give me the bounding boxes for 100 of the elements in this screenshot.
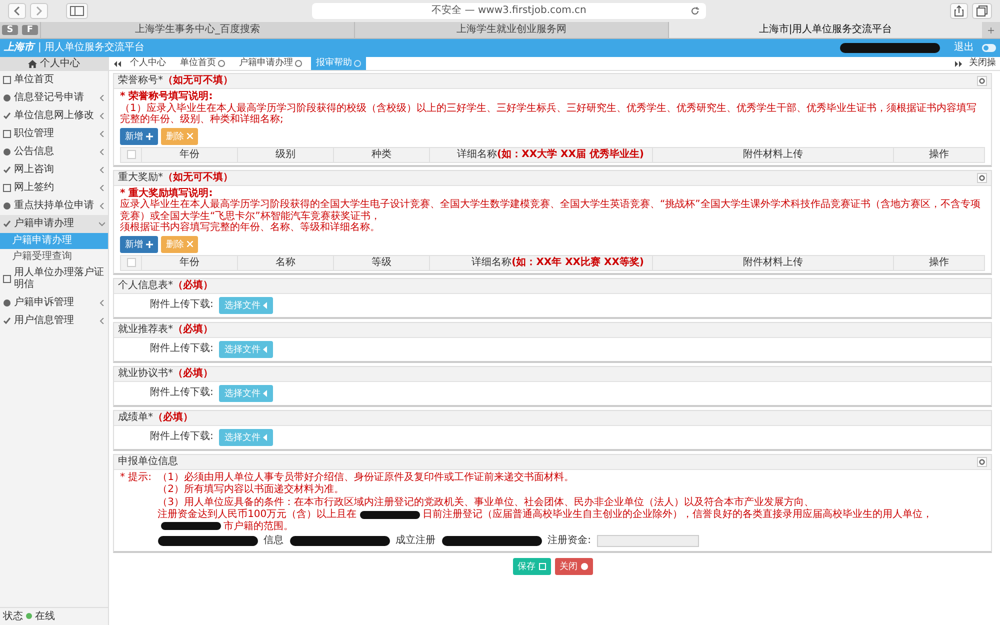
check-icon <box>3 220 11 228</box>
panel-title: 就业协议书*（必填） <box>118 368 213 380</box>
scroll-right-icon[interactable] <box>955 60 963 66</box>
sidebar-item[interactable]: 网上咨询 <box>0 161 108 179</box>
circle-icon <box>3 202 11 210</box>
chevron-right-icon <box>35 6 43 16</box>
column-header: 操作 <box>928 256 950 270</box>
column-header: 名称 <box>238 256 334 270</box>
sidebar-item[interactable]: 户籍申诉管理 <box>0 294 108 312</box>
panel-title: 荣誉称号*（如无可不填） <box>118 75 233 87</box>
instructions-text: 应录入毕业生在本人最高学历学习阶段获得的全国大学生电子设计竞赛、全国大学生数学建模竞赛、全国大学生英语竞赛、“挑战杯”全国大学生课外学术科技作品竞赛证书（含地方赛区，不含专项竞赛）或全国大学生“飞思卡尔”杯智能汽车竞赛获奖证书， <box>120 199 982 222</box>
tabs-overview-button[interactable] <box>972 3 992 19</box>
app-title: | 用人单位服务交流平台 <box>38 42 145 54</box>
page-tab[interactable]: 单位首页 <box>175 57 230 70</box>
field-label: 成立注册 <box>396 535 436 547</box>
field-label: 附件上传下载: <box>150 299 214 311</box>
column-header: 等级 <box>334 256 430 270</box>
sidebar-item[interactable]: 职位管理 <box>0 125 108 143</box>
caret-icon <box>263 390 268 396</box>
sidebar-item[interactable]: 用户信息管理 <box>0 312 108 330</box>
add-button[interactable]: 新增 <box>120 236 158 252</box>
select-all-checkbox[interactable] <box>126 150 136 159</box>
column-header: 操作 <box>928 148 950 162</box>
close-button[interactable]: 关闭 <box>554 558 592 575</box>
sidebar-title: 个人中心 <box>40 58 80 70</box>
square-icon <box>3 76 11 84</box>
site-logo: 上海市 <box>4 42 34 54</box>
tip-text: （2）所有填写内容以书面递交材料为准。 <box>158 484 344 496</box>
tip-text: 日前注册登记（应届普通高校毕业生自主创业的企业除外），信誉良好的各类直接录用应届高校毕业生的用人单位， <box>422 509 933 520</box>
settings-icon[interactable] <box>977 76 987 86</box>
forward-button[interactable] <box>30 3 48 19</box>
plus-icon <box>146 132 153 140</box>
add-button[interactable]: 新增 <box>120 128 158 144</box>
tip-text: 注册资金达到人民币100万元（含）以上且在 <box>158 509 357 520</box>
sidebar-item[interactable]: 公告信息 <box>0 143 108 161</box>
sidebar-icon <box>70 6 84 16</box>
sidebar-subitem[interactable]: 户籍受理查询 <box>0 248 108 264</box>
sidebar-item[interactable]: 单位首页 <box>0 71 108 89</box>
tabs-icon <box>976 5 988 17</box>
instructions-text: （1）应录入毕业生在本人最高学历学习阶段获得的校级（含校级）以上的三好学生、三好学生标兵、三好研究生、优秀学生、优秀研究生、优秀学生干部、优秀毕业生证书，须根据证书内容填写完整的年份、级别、种类和详细名称; <box>120 102 978 126</box>
online-dot-icon <box>26 613 32 620</box>
settings-icon[interactable] <box>977 456 987 466</box>
sidebar-item[interactable]: 重点扶持单位申请 <box>0 197 108 215</box>
panel-title: 成绩单*（必填） <box>118 412 193 424</box>
chevron-left-icon <box>13 6 21 16</box>
check-icon <box>3 166 11 174</box>
input-field[interactable] <box>596 535 699 547</box>
home-icon <box>28 60 37 68</box>
page-tab[interactable]: 个人中心 <box>125 57 171 70</box>
tip-text: 市户籍的范围。 <box>224 520 294 532</box>
field-label: 附件上传下载: <box>150 431 214 443</box>
plus-icon <box>146 240 153 248</box>
column-header: 详细名称(如：XX年 XX比赛 XX等奖) <box>430 256 653 270</box>
field-label: 注册资金: <box>548 535 591 547</box>
select-all-checkbox[interactable] <box>126 258 136 267</box>
column-header: 种类 <box>334 148 430 162</box>
circle-icon <box>3 299 11 307</box>
share-button[interactable] <box>950 3 968 19</box>
status-text: 在线 <box>35 610 55 622</box>
sidebar-item[interactable]: 网上签约 <box>0 179 108 197</box>
sidebar-item[interactable]: 单位信息网上修改 <box>0 107 108 125</box>
scroll-left-icon[interactable] <box>113 60 121 66</box>
back-button[interactable] <box>8 3 26 19</box>
instructions-title: * 重大奖励填写说明: <box>120 188 214 198</box>
square-icon <box>3 130 11 138</box>
caret-icon <box>263 434 268 440</box>
column-header: 年份 <box>142 148 238 162</box>
toggle-icon[interactable] <box>982 44 996 52</box>
check-icon <box>3 112 11 120</box>
pinned-tab[interactable]: F <box>22 25 38 35</box>
check-icon <box>3 317 11 325</box>
column-header: 附件材料上传 <box>653 148 894 162</box>
browser-tab[interactable]: 上海市|用人单位服务交流平台 <box>668 22 982 38</box>
settings-icon[interactable] <box>977 172 987 182</box>
browser-tab[interactable]: 上海学生事务中心_百度搜索 <box>40 22 354 38</box>
caret-icon <box>263 302 268 308</box>
pinned-tab[interactable]: S <box>2 25 18 35</box>
field-label: 附件上传下载: <box>150 343 214 355</box>
close-tabs-menu[interactable]: 关闭操 <box>969 58 996 69</box>
panel-title: 重大奖励*（如无可不填） <box>118 172 233 184</box>
field-label: 信息 <box>264 535 284 547</box>
caret-icon <box>263 346 268 352</box>
sidebar-item[interactable]: 用人单位办理落户证明信 <box>0 264 108 294</box>
page-tab[interactable]: 户籍申请办理 <box>234 57 307 70</box>
square-icon <box>3 184 11 192</box>
plus-icon <box>988 26 994 34</box>
panel-title: 申报单位信息 <box>118 456 178 468</box>
column-header: 详细名称(如：XX大学 XX届 优秀毕业生) <box>430 148 653 162</box>
reload-icon[interactable] <box>690 6 700 16</box>
panel-title: 就业推荐表*（必填） <box>118 324 213 336</box>
field-label: 附件上传下载: <box>150 387 214 399</box>
panel-title: 个人信息表*（必填） <box>118 280 213 292</box>
status-label: 状态 <box>3 610 23 622</box>
address-bar[interactable]: 不安全 — www3.firstjob.com.cn <box>312 3 706 19</box>
sidebar-toggle-button[interactable] <box>66 3 88 19</box>
column-header: 附件材料上传 <box>653 256 894 270</box>
square-icon <box>3 275 11 283</box>
circle-icon <box>3 94 11 102</box>
instructions-title: * 荣誉称号填写说明: <box>120 91 214 102</box>
sidebar-item[interactable]: 信息登记号申请 <box>0 89 108 107</box>
